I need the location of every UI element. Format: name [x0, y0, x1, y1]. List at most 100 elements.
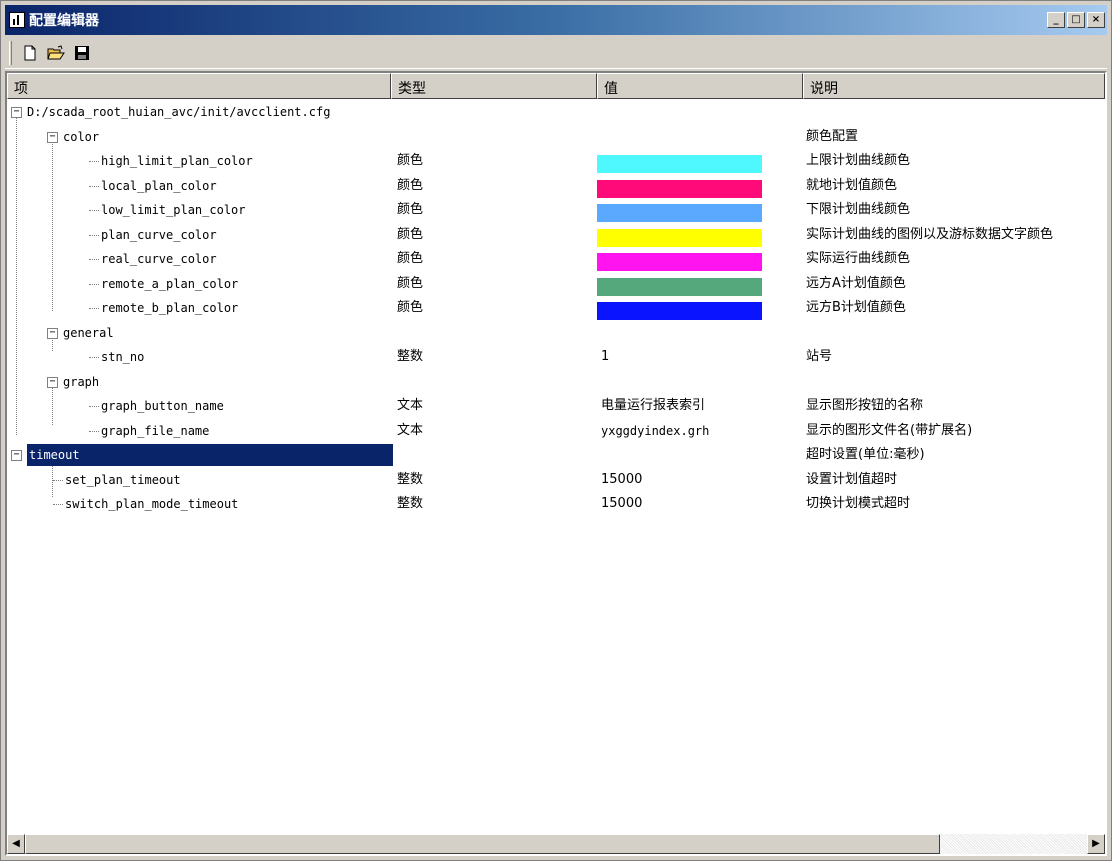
item-name: set_plan_timeout	[65, 472, 181, 487]
tree-row-item[interactable]: remote_a_plan_color 颜色 远方A计划值颜色	[7, 273, 1105, 298]
item-description: 下限计划曲线颜色	[806, 202, 911, 217]
collapse-toggle[interactable]: −	[47, 131, 58, 143]
new-file-icon	[24, 45, 36, 60]
tree-branch-line	[89, 430, 99, 432]
title-bar[interactable]: 配置编辑器 _ □ ×	[5, 5, 1107, 35]
scrollbar-thumb[interactable]	[25, 834, 940, 854]
item-type: 文本	[397, 422, 424, 438]
item-description: 实际计划曲线的图例以及游标数据文字颜色	[806, 226, 1054, 242]
tree-rows: − D:/scada_root_huian_avc/init/avcclient…	[7, 101, 1105, 834]
toolbar-grip[interactable]	[9, 40, 12, 65]
tree-row-item[interactable]: set_plan_timeout 整数 15000 设置计划值超时	[7, 469, 1105, 494]
item-name: plan_curve_color	[101, 227, 217, 242]
item-name: remote_a_plan_color	[101, 276, 239, 291]
tree-row-item[interactable]: local_plan_color 颜色 就地计划值颜色	[7, 175, 1105, 200]
tree-row-item[interactable]: plan_curve_color 颜色 实际计划曲线的图例以及游标数据文字颜色	[7, 224, 1105, 249]
item-description: 设置计划值超时	[806, 471, 898, 487]
item-value[interactable]: 15000	[597, 469, 802, 493]
tree-row-group[interactable]: − timeout 超时设置(单位:毫秒)	[7, 444, 1105, 469]
color-swatch[interactable]	[597, 228, 762, 247]
item-type: 颜色	[397, 251, 424, 266]
item-name: high_limit_plan_color	[101, 154, 253, 168]
group-label: graph	[63, 374, 100, 389]
item-type: 整数	[397, 496, 424, 511]
item-name: switch_plan_mode_timeout	[65, 497, 239, 511]
tree-row-item[interactable]: switch_plan_mode_timeout 整数 15000 切换计划模式…	[7, 493, 1105, 518]
scroll-left-button[interactable]: ◀	[7, 834, 25, 854]
group-label: general	[63, 325, 114, 340]
tree-branch-line	[89, 161, 99, 162]
item-type: 颜色	[397, 300, 424, 315]
tree-row-item[interactable]: real_curve_color 颜色 实际运行曲线颜色	[7, 248, 1105, 273]
open-file-button[interactable]	[44, 41, 68, 65]
color-swatch[interactable]	[597, 302, 762, 320]
tree-row-item[interactable]: low_limit_plan_color 颜色 下限计划曲线颜色	[7, 199, 1105, 224]
item-name: real_curve_color	[101, 252, 217, 266]
minimize-button[interactable]: _	[1047, 12, 1065, 28]
tree-branch-line	[89, 210, 99, 211]
item-description: 切换计划模式超时	[806, 496, 911, 511]
color-swatch[interactable]	[597, 204, 762, 222]
item-description: 就地计划值颜色	[806, 177, 898, 193]
item-name: stn_no	[101, 350, 145, 364]
group-label: color	[63, 129, 100, 144]
column-header-description[interactable]: 说明	[803, 73, 1105, 99]
tree-row-item[interactable]: graph_button_name 文本 电量运行报表索引 显示图形按钮的名称	[7, 395, 1105, 420]
tree-branch-line	[89, 283, 99, 285]
tree-row-group[interactable]: − general	[7, 322, 1105, 347]
scrollbar-track[interactable]	[940, 834, 1087, 854]
tree-row-item[interactable]: graph_file_name 文本 yxggdyindex.grh 显示的图形…	[7, 420, 1105, 445]
collapse-toggle[interactable]: −	[47, 376, 58, 388]
tree-row-item[interactable]: remote_b_plan_color 颜色 远方B计划值颜色	[7, 297, 1105, 322]
item-type: 整数	[397, 349, 424, 364]
tree-row-root[interactable]: − D:/scada_root_huian_avc/init/avcclient…	[7, 101, 1105, 126]
item-value[interactable]: 15000	[597, 493, 802, 517]
scroll-right-button[interactable]: ▶	[1087, 834, 1105, 854]
item-description: 实际运行曲线颜色	[806, 251, 911, 266]
new-file-button[interactable]	[18, 41, 42, 65]
tree-row-group[interactable]: − graph	[7, 371, 1105, 396]
tree-branch-line	[89, 406, 99, 407]
group-description: 颜色配置	[806, 128, 859, 144]
tree-branch-line	[89, 259, 99, 260]
group-label-selected: timeout	[27, 444, 393, 466]
tree-branch-line	[53, 504, 63, 505]
item-type: 颜色	[397, 226, 424, 242]
item-description: 显示图形按钮的名称	[806, 398, 924, 413]
collapse-toggle[interactable]: −	[11, 107, 22, 118]
item-value[interactable]: 1	[597, 346, 802, 370]
config-tree-list[interactable]: 项 类型 值 说明 − D:/scada_root_huian_avc/init…	[5, 71, 1107, 856]
item-description: 远方A计划值颜色	[806, 275, 906, 291]
item-type: 整数	[397, 471, 424, 487]
column-header-value[interactable]: 值	[597, 73, 803, 99]
item-description: 显示的图形文件名(带扩展名)	[806, 422, 973, 438]
item-name: local_plan_color	[101, 178, 217, 193]
column-header-type[interactable]: 类型	[391, 73, 597, 99]
tree-row-item[interactable]: high_limit_plan_color 颜色 上限计划曲线颜色	[7, 150, 1105, 175]
item-value[interactable]: yxggdyindex.grh	[597, 420, 802, 444]
item-name: low_limit_plan_color	[101, 203, 246, 217]
config-editor-window: 配置编辑器 _ □ × 项 类型 值 说明 − D:/scada_root_hu…	[0, 0, 1112, 861]
column-header-item[interactable]: 项	[7, 73, 391, 99]
maximize-button[interactable]: □	[1067, 12, 1085, 28]
tree-row-item[interactable]: stn_no 整数 1 站号	[7, 346, 1105, 371]
save-file-button[interactable]	[70, 41, 94, 65]
tree-branch-line	[89, 357, 99, 358]
color-swatch[interactable]	[597, 277, 762, 296]
item-type: 颜色	[397, 153, 424, 168]
tree-row-group[interactable]: − color 颜色配置	[7, 126, 1105, 151]
root-path-label: D:/scada_root_huian_avc/init/avcclient.c…	[27, 105, 331, 119]
color-swatch[interactable]	[597, 155, 762, 173]
item-description: 上限计划曲线颜色	[806, 153, 911, 168]
tree-branch-line	[53, 479, 63, 481]
app-chart-icon	[9, 12, 25, 28]
color-swatch[interactable]	[597, 253, 762, 271]
collapse-toggle[interactable]: −	[11, 450, 22, 461]
horizontal-scrollbar[interactable]: ◀ ▶	[7, 834, 1105, 854]
close-button[interactable]: ×	[1087, 12, 1105, 28]
color-swatch[interactable]	[597, 179, 762, 198]
item-value[interactable]: 电量运行报表索引	[597, 395, 802, 419]
item-type: 颜色	[397, 275, 424, 291]
collapse-toggle[interactable]: −	[47, 327, 58, 339]
item-type: 颜色	[397, 177, 424, 193]
